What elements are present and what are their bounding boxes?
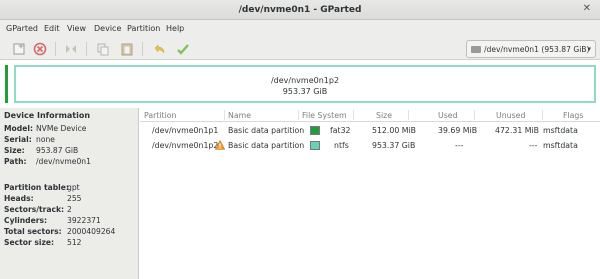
column-header-name[interactable]: Name [228,111,251,120]
cell-flags: msftdata [543,141,578,150]
toolbar-separator [86,42,87,56]
info-key: Serial: [4,135,32,144]
cell-used: 39.69 MiB [438,126,478,135]
column-divider [474,110,475,120]
title-bar: /dev/nvme0n1 - GParted ✕ [0,0,600,20]
info-value: NVMe Device [36,124,87,133]
table-row[interactable]: /dev/nvme0n1p2 Basic data partition ntfs… [140,138,600,153]
close-icon[interactable]: ✕ [583,3,591,14]
drive-icon [471,46,481,53]
column-header-file-system[interactable]: File System [302,111,347,120]
info-key: Sectors/track: [4,205,65,214]
partition-table: Partition Name File System Size Used Unu… [140,108,600,279]
cell-name: Basic data partition [228,126,305,135]
info-key: Sector size: [4,238,55,247]
info-value: 255 [67,194,82,203]
info-value: /dev/nvme0n1 [36,157,91,166]
column-divider [408,110,409,120]
menu-device[interactable]: Device [94,24,121,33]
chevron-down-icon: ▾ [587,45,591,53]
info-value: 512 [67,238,82,247]
partition-block-p1[interactable] [5,65,8,103]
menu-gparted[interactable]: GParted [6,24,38,33]
partition-block-size: 953.37 GiB [282,87,328,96]
toolbar-separator [142,42,143,56]
disk-graphic: /dev/nvme0n1p2 953.37 GiB [2,63,598,105]
info-key: Heads: [4,194,34,203]
column-header-size[interactable]: Size [376,111,392,120]
cell-name: Basic data partition [228,141,305,150]
column-header-partition[interactable]: Partition [144,111,177,120]
toolbar-separator [55,42,56,56]
column-header-flags[interactable]: Flags [563,111,583,120]
delete-partition-icon[interactable] [33,42,47,56]
device-info-panel: Device Information Model: NVMe Device Se… [0,108,139,279]
partition-block-name: /dev/nvme0n1p2 [270,76,340,85]
cell-file-system: fat32 [330,126,351,135]
menu-partition[interactable]: Partition [127,24,160,33]
cell-flags: msftdata [543,126,578,135]
info-value: 3922371 [67,216,101,225]
info-key: Partition table: [4,183,69,192]
info-key: Size: [4,146,25,155]
cell-partition: /dev/nvme0n1p1 [152,126,219,135]
menu-bar: GParted Edit View Device Partition Help [0,20,600,38]
resize-move-icon[interactable] [64,42,78,56]
partition-block-label: /dev/nvme0n1p2 953.37 GiB [16,75,594,97]
column-divider [542,110,543,120]
column-divider [224,110,225,120]
info-value: 2 [67,205,72,214]
info-key: Path: [4,157,27,166]
device-selector-label: /dev/nvme0n1 (953.87 GiB) [484,45,590,54]
window-title: /dev/nvme0n1 - GParted [238,5,362,15]
column-divider [353,110,354,120]
table-row[interactable]: /dev/nvme0n1p1 Basic data partition fat3… [140,123,600,138]
table-header: Partition Name File System Size Used Unu… [140,108,600,122]
device-selector[interactable]: /dev/nvme0n1 (953.87 GiB) ▾ [466,40,596,58]
info-key: Model: [4,124,33,133]
column-header-used[interactable]: Used [438,111,458,120]
info-value: none [36,135,55,144]
cell-size: 953.37 GiB [372,141,416,150]
warning-icon [215,140,225,150]
info-value: gpt [67,183,80,192]
info-key: Cylinders: [4,216,48,225]
undo-icon[interactable] [152,42,166,56]
filesystem-color-swatch [310,141,320,150]
column-divider [298,110,299,120]
info-value: 953.87 GiB [36,146,79,155]
info-key: Total sectors: [4,227,62,236]
menu-help[interactable]: Help [166,24,184,33]
toolbar: /dev/nvme0n1 (953.87 GiB) ▾ [0,38,600,60]
cell-unused: --- [529,141,538,150]
partition-block-p2[interactable]: /dev/nvme0n1p2 953.37 GiB [14,65,596,103]
filesystem-color-swatch [310,126,320,135]
cell-unused: 472.31 MiB [495,126,540,135]
paste-icon[interactable] [120,42,134,56]
cell-file-system: ntfs [334,141,349,150]
info-value: 2000409264 [67,227,116,236]
cell-partition: /dev/nvme0n1p2 [152,141,219,150]
cell-used: --- [455,141,464,150]
apply-icon[interactable] [176,42,190,56]
new-partition-icon[interactable] [12,42,26,56]
menu-edit[interactable]: Edit [44,24,60,33]
menu-view[interactable]: View [67,24,86,33]
column-header-unused[interactable]: Unused [496,111,525,120]
device-info-heading: Device Information [4,111,91,120]
cell-size: 512.00 MiB [372,126,417,135]
copy-icon[interactable] [96,42,110,56]
